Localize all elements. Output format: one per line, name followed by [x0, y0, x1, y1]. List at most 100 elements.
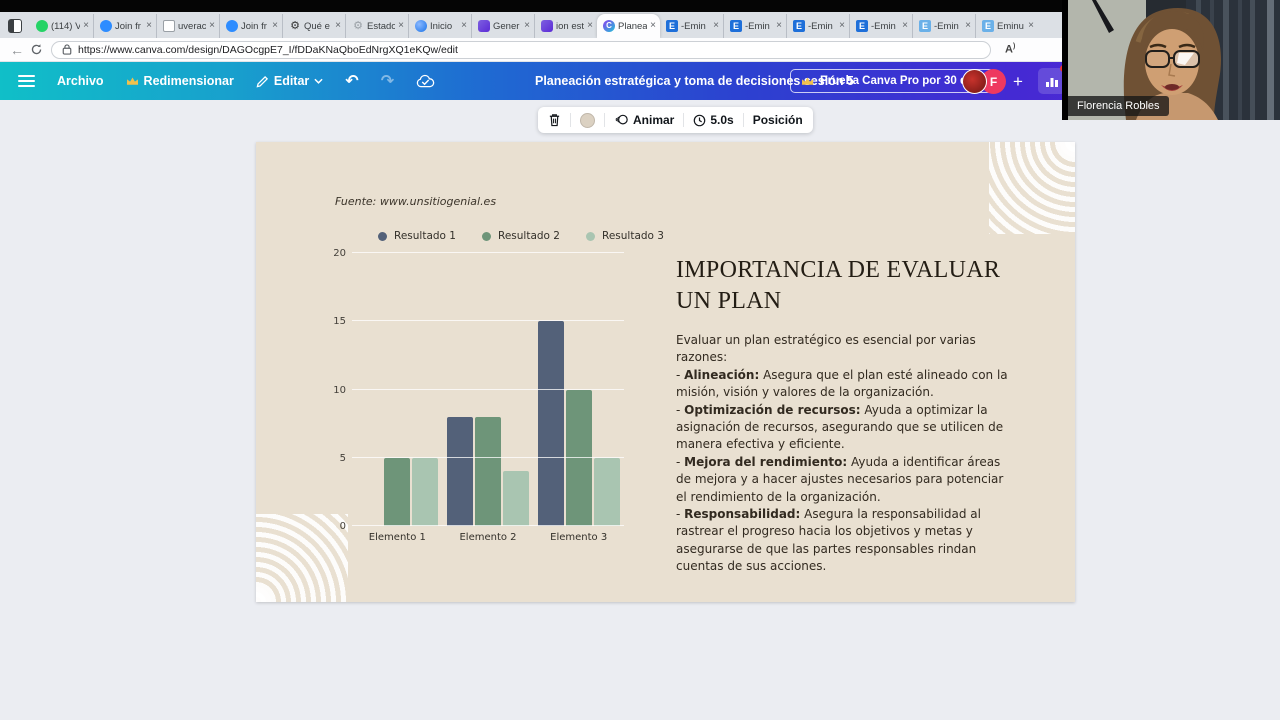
slide-body-text[interactable]: Evaluar un plan estratégico es esencial … — [676, 332, 1010, 576]
refresh-icon[interactable] — [30, 43, 43, 56]
browser-tab-uverac[interactable]: uverac× — [156, 14, 219, 38]
tab-title: Join fr — [115, 21, 143, 32]
tab-close-icon[interactable]: × — [902, 21, 908, 31]
browser-tab-que[interactable]: ⚙Qué e× — [282, 14, 345, 38]
tab-close-icon[interactable]: × — [398, 21, 404, 31]
tab-close-icon[interactable]: × — [524, 21, 530, 31]
gear-gray-icon: ⚙ — [352, 20, 364, 32]
app-purple-icon — [541, 20, 553, 32]
bar[interactable] — [412, 458, 438, 526]
gear-dark-icon: ⚙ — [289, 20, 301, 32]
browser-tab-ionest[interactable]: ion est× — [534, 14, 597, 38]
tab-title: uverac — [178, 21, 206, 32]
undo-icon[interactable]: ↶ — [345, 71, 358, 91]
tab-close-icon[interactable]: × — [776, 21, 782, 31]
bar[interactable] — [475, 417, 501, 526]
tab-close-icon[interactable]: × — [335, 21, 341, 31]
y-axis-tick: 15 — [318, 316, 346, 327]
slide-canvas[interactable]: Fuente: www.unsitiogenial.es Resultado 1… — [256, 142, 1075, 602]
browser-tab-emin[interactable]: E-Emin× — [723, 14, 786, 38]
tab-close-icon[interactable]: × — [965, 21, 971, 31]
eminus-icon: E — [666, 20, 678, 32]
bar[interactable] — [538, 321, 564, 526]
save-status-icon — [416, 74, 435, 88]
bar[interactable] — [594, 458, 620, 526]
tab-close-icon[interactable]: × — [461, 21, 467, 31]
redo-icon[interactable]: ↷ — [381, 71, 394, 91]
tab-title: Join fr — [241, 21, 269, 32]
browser-tab-emin[interactable]: E-Emin× — [660, 14, 723, 38]
bar[interactable] — [447, 417, 473, 526]
position-button[interactable]: Posición — [753, 113, 803, 127]
bar-group-2 — [443, 253, 534, 526]
browser-tab-gener[interactable]: Gener× — [471, 14, 534, 38]
clock-icon — [693, 114, 706, 127]
add-member-button[interactable]: + — [1013, 72, 1023, 92]
menu-redimensionar[interactable]: Redimensionar — [126, 74, 234, 88]
tab-close-icon[interactable]: × — [146, 21, 152, 31]
tab-title: -Emin — [681, 21, 710, 32]
bar-chart[interactable]: 05101520 — [352, 253, 624, 526]
bar[interactable] — [566, 390, 592, 527]
animate-button[interactable]: Animar — [614, 113, 674, 127]
legend-dot — [378, 232, 387, 241]
tab-title: -Emin — [871, 21, 899, 32]
legend-label: Resultado 3 — [602, 230, 664, 242]
menu-editar[interactable]: Editar — [256, 74, 323, 88]
browser-tab-114v[interactable]: (114) V× — [30, 14, 93, 38]
body-line: - Responsabilidad: Asegura la responsabi… — [676, 506, 1010, 576]
tab-close-icon[interactable]: × — [1028, 21, 1034, 31]
menu-archivo[interactable]: Archivo — [57, 74, 104, 88]
tab-title: Gener — [493, 21, 521, 32]
browser-tab-emin[interactable]: E-Emin× — [912, 14, 975, 38]
tab-title: -Emin — [934, 21, 962, 32]
bar[interactable] — [384, 458, 410, 526]
avatar[interactable] — [962, 69, 987, 94]
slide-title[interactable]: IMPORTANCIA DE EVALUAR UN PLAN — [676, 255, 1026, 317]
source-caption[interactable]: Fuente: www.unsitiogenial.es — [335, 195, 496, 208]
globe-blue-icon — [415, 20, 427, 32]
tab-close-icon[interactable]: × — [587, 21, 593, 31]
address-bar[interactable]: https://www.canva.com/design/DAGOcgpE7_I… — [51, 41, 991, 59]
legend-item: Resultado 3 — [586, 230, 664, 242]
tab-search-icon[interactable] — [8, 19, 22, 33]
browser-tab-emin[interactable]: E-Emin× — [849, 14, 912, 38]
browser-tab-eminu[interactable]: EEminu× — [975, 14, 1038, 38]
tab-list: (114) V×Join fr×uverac×Join fr×⚙Qué e×⚙E… — [30, 12, 1038, 38]
duration-button[interactable]: 5.0s — [693, 113, 733, 127]
browser-tab-emin[interactable]: E-Emin× — [786, 14, 849, 38]
tab-close-icon[interactable]: × — [209, 21, 215, 31]
url-text[interactable]: https://www.canva.com/design/DAGOcgpE7_I… — [78, 44, 458, 56]
eminus-icon: E — [730, 20, 742, 32]
bar-group-1 — [352, 253, 443, 526]
chevron-down-icon — [314, 78, 323, 84]
tab-close-icon[interactable]: × — [272, 21, 278, 31]
chart-legend: Resultado 1Resultado 2Resultado 3 — [378, 230, 664, 242]
x-axis-label: Elemento 3 — [533, 532, 624, 543]
tab-close-icon[interactable]: × — [83, 21, 89, 31]
eminus-icon: E — [793, 20, 805, 32]
legend-item: Resultado 1 — [378, 230, 456, 242]
browser-tab-joinfr[interactable]: Join fr× — [219, 14, 282, 38]
tab-close-icon[interactable]: × — [713, 21, 719, 31]
chart-x-labels: Elemento 1Elemento 2Elemento 3 — [352, 532, 624, 543]
bar[interactable] — [503, 471, 529, 526]
gridline — [352, 389, 624, 390]
menu-icon[interactable] — [18, 75, 35, 87]
zoom-icon — [100, 20, 112, 32]
canva-icon: C — [603, 20, 615, 32]
background-color-swatch[interactable] — [580, 113, 595, 128]
read-aloud-icon[interactable]: A) — [1005, 43, 1015, 56]
arc-decoration-top-right — [989, 142, 1075, 234]
y-axis-tick: 0 — [318, 521, 346, 532]
lock-icon[interactable] — [62, 44, 72, 55]
browser-tab-estado[interactable]: ⚙Estado× — [345, 14, 408, 38]
browser-tab-inicio[interactable]: Inicio× — [408, 14, 471, 38]
back-icon[interactable]: ← — [10, 42, 24, 58]
tab-title: Planea — [618, 21, 647, 32]
tab-close-icon[interactable]: × — [650, 21, 656, 31]
trash-icon[interactable] — [548, 113, 561, 127]
browser-tab-planea[interactable]: CPlanea× — [597, 14, 660, 38]
tab-close-icon[interactable]: × — [839, 21, 845, 31]
browser-tab-joinfr[interactable]: Join fr× — [93, 14, 156, 38]
